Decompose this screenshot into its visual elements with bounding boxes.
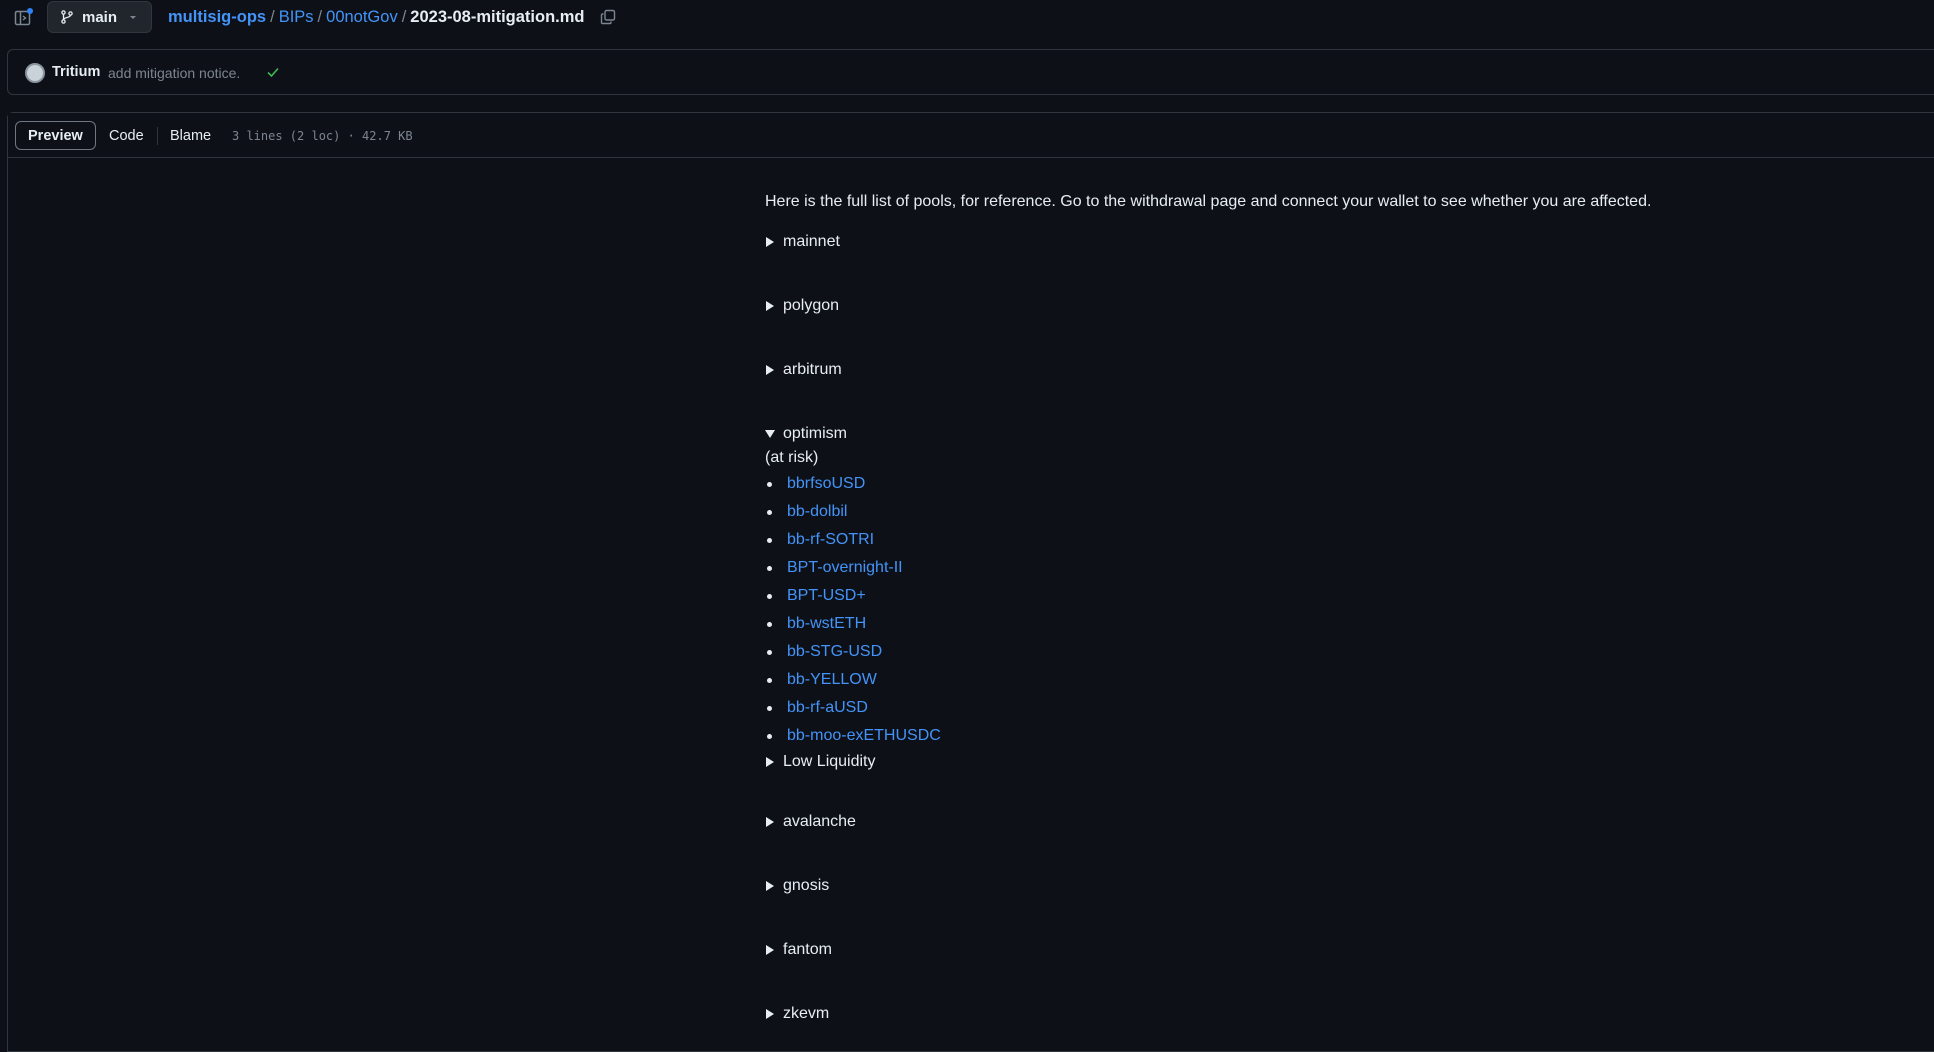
bullet — [767, 537, 772, 543]
details-mainnet[interactable]: mainnet — [765, 230, 840, 254]
bullet — [767, 733, 772, 739]
expand-triangle-icon — [766, 301, 774, 311]
bullet — [767, 593, 772, 599]
summary-label: avalanche — [783, 813, 856, 830]
file-meta: 3 lines (2 loc) · 42.7 KB — [232, 129, 413, 143]
breadcrumb-bips-link[interactable]: BIPs — [279, 8, 314, 26]
latest-commit-bar: Tritium add mitigation notice. — [7, 49, 1934, 95]
notification-dot — [27, 8, 33, 14]
details-fantom[interactable]: fantom — [765, 938, 832, 962]
tab-divider — [157, 127, 158, 145]
optimism-pool-list: bbrfsoUSD bb-dolbil bb-rf-SOTRI BPT-over… — [765, 470, 941, 750]
expand-triangle-icon — [766, 817, 774, 827]
expand-triangle-icon — [766, 881, 774, 891]
pool-link[interactable]: bb-wstETH — [787, 615, 866, 633]
details-polygon[interactable]: polygon — [765, 294, 839, 318]
branch-name: main — [82, 8, 118, 26]
details-low-liquidity[interactable]: Low Liquidity — [765, 750, 941, 774]
list-item: bb-rf-aUSD — [765, 694, 941, 722]
summary-label: polygon — [783, 297, 840, 314]
expand-triangle-icon — [766, 1009, 774, 1019]
chevron-down-icon — [130, 16, 137, 19]
details-gnosis[interactable]: gnosis — [765, 874, 829, 898]
summary-label: zkevm — [783, 1005, 830, 1022]
list-item: BPT-USD+ — [765, 582, 941, 610]
tab-code[interactable]: Code — [103, 121, 150, 150]
pool-link[interactable]: bb-dolbil — [787, 503, 847, 521]
summary-label: Low Liquidity — [783, 753, 876, 770]
copy-path-icon[interactable] — [600, 9, 616, 25]
breadcrumb-00notgov-link[interactable]: 00notGov — [326, 8, 398, 26]
list-item: bb-YELLOW — [765, 666, 941, 694]
list-item: bb-rf-SOTRI — [765, 526, 941, 554]
file-viewer: Preview Code Blame 3 lines (2 loc) · 42.… — [7, 112, 1934, 1052]
pool-link[interactable]: bb-rf-SOTRI — [787, 531, 874, 549]
list-item: BPT-overnight-II — [765, 554, 941, 582]
tab-blame[interactable]: Blame — [164, 121, 217, 150]
pool-link[interactable]: bbrfsoUSD — [787, 475, 865, 493]
expand-triangle-icon — [766, 237, 774, 247]
bullet — [767, 481, 772, 487]
summary-label: arbitrum — [783, 361, 842, 378]
pool-link[interactable]: bb-moo-exETHUSDC — [787, 727, 941, 745]
breadcrumb-file-name: 2023-08-mitigation.md — [410, 8, 585, 26]
list-item: bb-moo-exETHUSDC — [765, 722, 941, 750]
intro-paragraph: Here is the full list of pools, for refe… — [765, 193, 1652, 210]
commit-message[interactable]: add mitigation notice. — [108, 65, 240, 81]
bullet — [767, 565, 772, 571]
pool-link[interactable]: bb-YELLOW — [787, 671, 877, 689]
breadcrumb-separator: / — [270, 8, 275, 26]
bullet — [767, 621, 772, 627]
expand-triangle-icon — [766, 365, 774, 375]
sidebar-expand-icon[interactable] — [14, 8, 33, 27]
details-avalanche[interactable]: avalanche — [765, 810, 856, 834]
collapse-triangle-icon — [765, 430, 775, 438]
list-item: bb-STG-USD — [765, 638, 941, 666]
file-header: Preview Code Blame 3 lines (2 loc) · 42.… — [8, 113, 1934, 158]
list-item: bb-dolbil — [765, 498, 941, 526]
breadcrumb: multisig-ops / BIPs/00notGov/2023-08-mitig… — [168, 8, 585, 27]
markdown-body: Here is the full list of pools, for refe… — [765, 190, 1765, 214]
details-optimism[interactable]: optimism (at risk) bbrfsoUSD bb-dolbil b… — [765, 422, 941, 774]
bullet — [767, 509, 772, 515]
expand-triangle-icon — [766, 757, 774, 767]
summary-label: gnosis — [783, 877, 830, 894]
commit-author[interactable]: Tritium — [52, 64, 100, 80]
pool-link[interactable]: BPT-overnight-II — [787, 559, 903, 577]
bullet — [767, 649, 772, 655]
branch-selector-button[interactable]: main — [47, 1, 152, 33]
list-item: bbrfsoUSD — [765, 470, 941, 498]
tab-preview[interactable]: Preview — [15, 121, 96, 150]
bullet — [767, 705, 772, 711]
pool-link[interactable]: bb-rf-aUSD — [787, 699, 868, 717]
details-arbitrum[interactable]: arbitrum — [765, 358, 842, 382]
breadcrumb-separator: / — [317, 8, 323, 26]
summary-label: mainnet — [783, 233, 840, 250]
summary-label: optimism — [783, 425, 848, 442]
pool-link[interactable]: BPT-USD+ — [787, 587, 866, 605]
breadcrumb-separator: / — [401, 8, 407, 26]
expand-triangle-icon — [766, 945, 774, 955]
breadcrumb-repo-link[interactable]: multisig-ops — [168, 8, 266, 26]
details-zkevm[interactable]: zkevm — [765, 1002, 829, 1026]
at-risk-note: (at risk) — [765, 449, 819, 466]
pool-link[interactable]: bb-STG-USD — [787, 643, 882, 661]
summary-label: fantom — [783, 941, 832, 958]
list-item: bb-wstETH — [765, 610, 941, 638]
git-branch-icon — [61, 10, 73, 24]
avatar[interactable] — [25, 63, 45, 83]
top-bar: main multisig-ops / BIPs/00notGov/2023-08-… — [0, 0, 1934, 36]
check-icon[interactable] — [266, 65, 280, 79]
bullet — [767, 677, 772, 683]
